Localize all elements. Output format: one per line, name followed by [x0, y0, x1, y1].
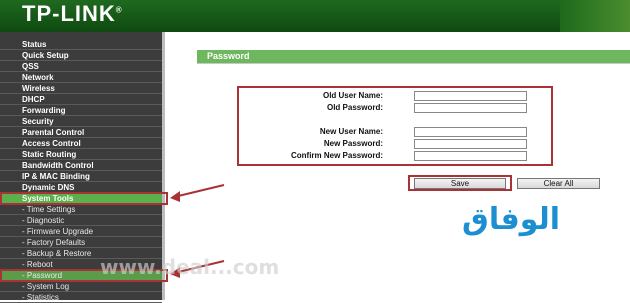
- sidebar-item-qss[interactable]: QSS: [0, 62, 162, 72]
- sidebar-item-dhcp[interactable]: DHCP: [0, 95, 162, 105]
- old-password-field[interactable]: [414, 103, 527, 113]
- sidebar-item-statistics[interactable]: - Statistics: [0, 293, 162, 303]
- confirm-new-password-label: Confirm New Password:: [290, 151, 383, 160]
- old-user-name-field[interactable]: [414, 91, 527, 101]
- sidebar-item-factory-defaults[interactable]: - Factory Defaults: [0, 238, 162, 248]
- sidebar-item-ip-mac-binding[interactable]: IP & MAC Binding: [0, 172, 162, 182]
- sidebar-item-parental-control[interactable]: Parental Control: [0, 128, 162, 138]
- sidebar-item-network[interactable]: Network: [0, 73, 162, 83]
- confirm-new-password-field[interactable]: [414, 151, 527, 161]
- old-password-label: Old Password:: [326, 103, 383, 112]
- sidebar-item-system-log[interactable]: - System Log: [0, 282, 162, 292]
- sidebar-item-static-routing[interactable]: Static Routing: [0, 150, 162, 160]
- system-tools-highlight: [0, 192, 168, 205]
- sidebar-item-wireless[interactable]: Wireless: [0, 84, 162, 94]
- header-decoration: [560, 0, 630, 32]
- new-user-name-field[interactable]: [414, 127, 527, 137]
- watermark-logo: الوفاق: [462, 202, 561, 237]
- logo-text: TP-LINK: [22, 1, 116, 26]
- new-user-name-label: New User Name:: [319, 127, 383, 136]
- save-button[interactable]: Save: [414, 178, 506, 189]
- sidebar-item-firmware-upgrade[interactable]: - Firmware Upgrade: [0, 227, 162, 237]
- page-title: Password: [197, 50, 630, 63]
- trademark-symbol: ®: [115, 5, 123, 15]
- sidebar-item-security[interactable]: Security: [0, 117, 162, 127]
- sidebar-item-time-settings[interactable]: - Time Settings: [0, 205, 162, 215]
- new-password-field[interactable]: [414, 139, 527, 149]
- sidebar-item-access-control[interactable]: Access Control: [0, 139, 162, 149]
- watermark-url: www.deal...com: [100, 255, 280, 279]
- tp-link-logo: TP-LINK®: [22, 1, 123, 27]
- sidebar-item-forwarding[interactable]: Forwarding: [0, 106, 162, 116]
- sidebar-item-diagnostic[interactable]: - Diagnostic: [0, 216, 162, 226]
- sidebar-item-status[interactable]: Status: [0, 40, 162, 50]
- clear-all-button[interactable]: Clear All: [517, 178, 600, 189]
- title-divider: [197, 63, 630, 64]
- arrow-icon: [170, 184, 225, 202]
- sidebar-item-quick-setup[interactable]: Quick Setup: [0, 51, 162, 61]
- header-bar: TP-LINK®: [0, 0, 630, 32]
- sidebar-item-bandwidth-control[interactable]: Bandwidth Control: [0, 161, 162, 171]
- new-password-label: New Password:: [323, 139, 383, 148]
- old-user-name-label: Old User Name:: [322, 91, 383, 100]
